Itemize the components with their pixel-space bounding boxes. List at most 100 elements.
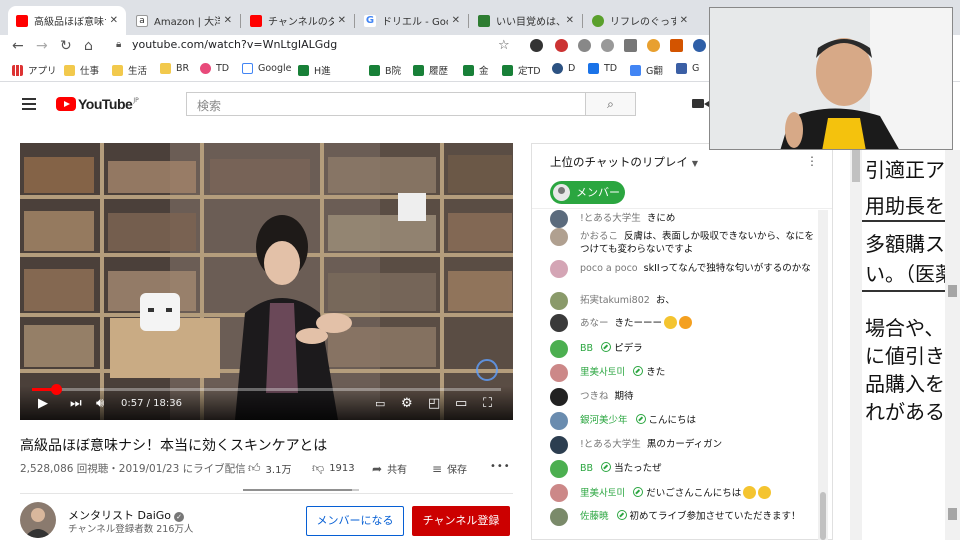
author-avatar[interactable] [550, 340, 568, 358]
scrollbar-thumb[interactable] [852, 150, 860, 182]
tab-refre[interactable]: リフレのぐっすりずむ ✕ [584, 6, 696, 35]
author-name[interactable]: 拓実takumi802 [580, 295, 650, 306]
create-video-icon[interactable] [692, 99, 709, 108]
scrollbar-thumb[interactable] [820, 492, 826, 540]
author-avatar[interactable] [550, 210, 568, 228]
star-icon[interactable]: ☆ [498, 36, 510, 56]
bookmark-apps[interactable]: アプリ [12, 63, 57, 77]
captions-icon[interactable]: ▭ [375, 396, 385, 412]
author-name[interactable]: !とある大学生 [580, 439, 641, 450]
author-avatar[interactable] [550, 412, 568, 430]
like-button[interactable]: 👍︎ 3.1万 [248, 461, 291, 476]
bookmark-folder[interactable]: 仕事 [64, 63, 99, 77]
progress-scrubber[interactable] [50, 384, 62, 395]
scrollbar-thumb[interactable] [948, 508, 957, 520]
bookmark-link[interactable]: H進 [298, 63, 331, 77]
reload-icon[interactable]: ↻ [60, 36, 72, 56]
scrollbar-thumb[interactable] [948, 285, 957, 297]
play-icon[interactable]: ▶ [38, 396, 48, 412]
tab-sleep[interactable]: いい目覚めは、いい ✕ [470, 6, 582, 35]
progress-bar[interactable] [32, 384, 501, 395]
bookmark-link[interactable]: D [552, 63, 575, 74]
author-name[interactable]: !とある大学生 [580, 213, 641, 224]
tab-video[interactable]: 高級品ほぼ意味ナシ ✕ [8, 6, 126, 35]
author-avatar[interactable] [550, 460, 568, 478]
bookmark-link[interactable]: 履歴 [413, 63, 448, 77]
author-name[interactable]: BB [580, 343, 593, 354]
author-avatar[interactable] [550, 436, 568, 454]
dislike-button[interactable]: 👎︎ 1913 [312, 461, 355, 476]
bookmark-link[interactable]: TD [200, 63, 229, 74]
kebab-menu-icon[interactable]: ⋮ [806, 154, 818, 168]
author-avatar[interactable] [550, 228, 568, 246]
save-button[interactable]: ≡ 保存 [432, 461, 467, 477]
channel-avatar[interactable] [20, 502, 56, 538]
close-icon[interactable]: ✕ [224, 15, 232, 26]
author-name[interactable]: poco a poco [580, 263, 638, 274]
youtube-logo[interactable]: YouTube JP [56, 96, 139, 112]
author-avatar[interactable] [550, 388, 568, 406]
author-name[interactable]: かおるこ [580, 231, 618, 242]
video-player[interactable]: ▶ ⏭︎ 🔊︎ 0:57 / 18:36 ▭ ⚙︎ ◰ ▭ ⛶ [20, 143, 513, 420]
bookmark-folder[interactable]: 生活 [112, 63, 147, 77]
author-name[interactable]: 佐藤暁 [580, 511, 609, 522]
volume-icon[interactable]: 🔊︎ [96, 396, 104, 412]
author-name[interactable]: 里美사토미 [580, 367, 625, 378]
bookmark-folder[interactable]: BR [160, 63, 189, 74]
extension-icon[interactable] [555, 39, 568, 52]
url-bar[interactable]: 🔒︎ youtube.com/watch?v=WnLtgIALGdg [108, 35, 518, 55]
bookmark-link[interactable]: 金 [463, 63, 489, 77]
share-button[interactable]: ➦ 共有 [372, 461, 407, 477]
close-icon[interactable]: ✕ [452, 15, 460, 26]
author-name[interactable]: BB [580, 463, 593, 474]
bookmark-link[interactable]: Google [242, 63, 292, 74]
author-avatar[interactable] [550, 484, 568, 502]
menu-icon[interactable] [22, 98, 36, 110]
tab-dashboard[interactable]: チャンネルのダッシュ ✕ [242, 6, 354, 35]
more-actions-button[interactable]: ••• [490, 461, 511, 472]
bookmark-link[interactable]: G [676, 63, 699, 74]
extension-icon[interactable] [624, 39, 637, 52]
bookmark-link[interactable]: B院 [369, 63, 401, 77]
extension-icon[interactable] [530, 39, 543, 52]
author-avatar[interactable] [550, 314, 568, 332]
bookmark-link[interactable]: TD [588, 63, 617, 74]
theater-mode-icon[interactable]: ▭ [455, 396, 467, 412]
author-avatar[interactable] [550, 364, 568, 382]
tab-google[interactable]: G ドリエル - Google ✕ [356, 6, 468, 35]
author-name[interactable]: 里美사토미 [580, 488, 625, 499]
tab-amazon[interactable]: a Amazon | 大洋製 ✕ [128, 6, 240, 35]
author-avatar[interactable] [550, 292, 568, 310]
fullscreen-icon[interactable]: ⛶ [483, 396, 492, 412]
extension-icon[interactable] [601, 39, 614, 52]
author-avatar[interactable] [550, 508, 568, 526]
close-icon[interactable]: ✕ [566, 15, 574, 26]
author-name[interactable]: つきね [580, 391, 609, 402]
forward-icon[interactable]: → [36, 36, 48, 56]
close-icon[interactable]: ✕ [680, 15, 688, 26]
page-scrollbar[interactable] [850, 150, 862, 540]
extension-icon[interactable] [578, 39, 591, 52]
bookmark-link[interactable]: 定TD [502, 63, 541, 77]
next-icon[interactable]: ⏭︎ [70, 396, 82, 412]
extension-icon[interactable] [693, 39, 706, 52]
author-name[interactable]: あなー [580, 318, 609, 329]
bookmark-link[interactable]: G翻 [630, 63, 663, 77]
close-icon[interactable]: ✕ [338, 15, 346, 26]
author-name[interactable]: 銀河美少年 [580, 415, 628, 426]
join-membership-button[interactable]: メンバーになる [306, 506, 404, 536]
miniplayer-icon[interactable]: ◰ [428, 396, 440, 412]
home-icon[interactable]: ⌂ [84, 36, 93, 56]
search-button[interactable]: ⌕ [586, 92, 636, 116]
subscribe-button[interactable]: チャンネル登録 [412, 506, 510, 536]
extension-icon[interactable] [670, 39, 683, 52]
settings-icon[interactable]: ⚙︎ [401, 396, 413, 412]
extension-icon[interactable] [647, 39, 660, 52]
author-avatar[interactable] [550, 260, 568, 278]
chat-scrollbar[interactable] [818, 210, 828, 540]
close-icon[interactable]: ✕ [110, 15, 118, 26]
document-scrollbar[interactable] [945, 150, 960, 540]
search-input[interactable]: 検索 [186, 92, 586, 116]
member-filter-chip[interactable]: メンバー [550, 181, 625, 204]
back-icon[interactable]: ← [12, 36, 24, 56]
